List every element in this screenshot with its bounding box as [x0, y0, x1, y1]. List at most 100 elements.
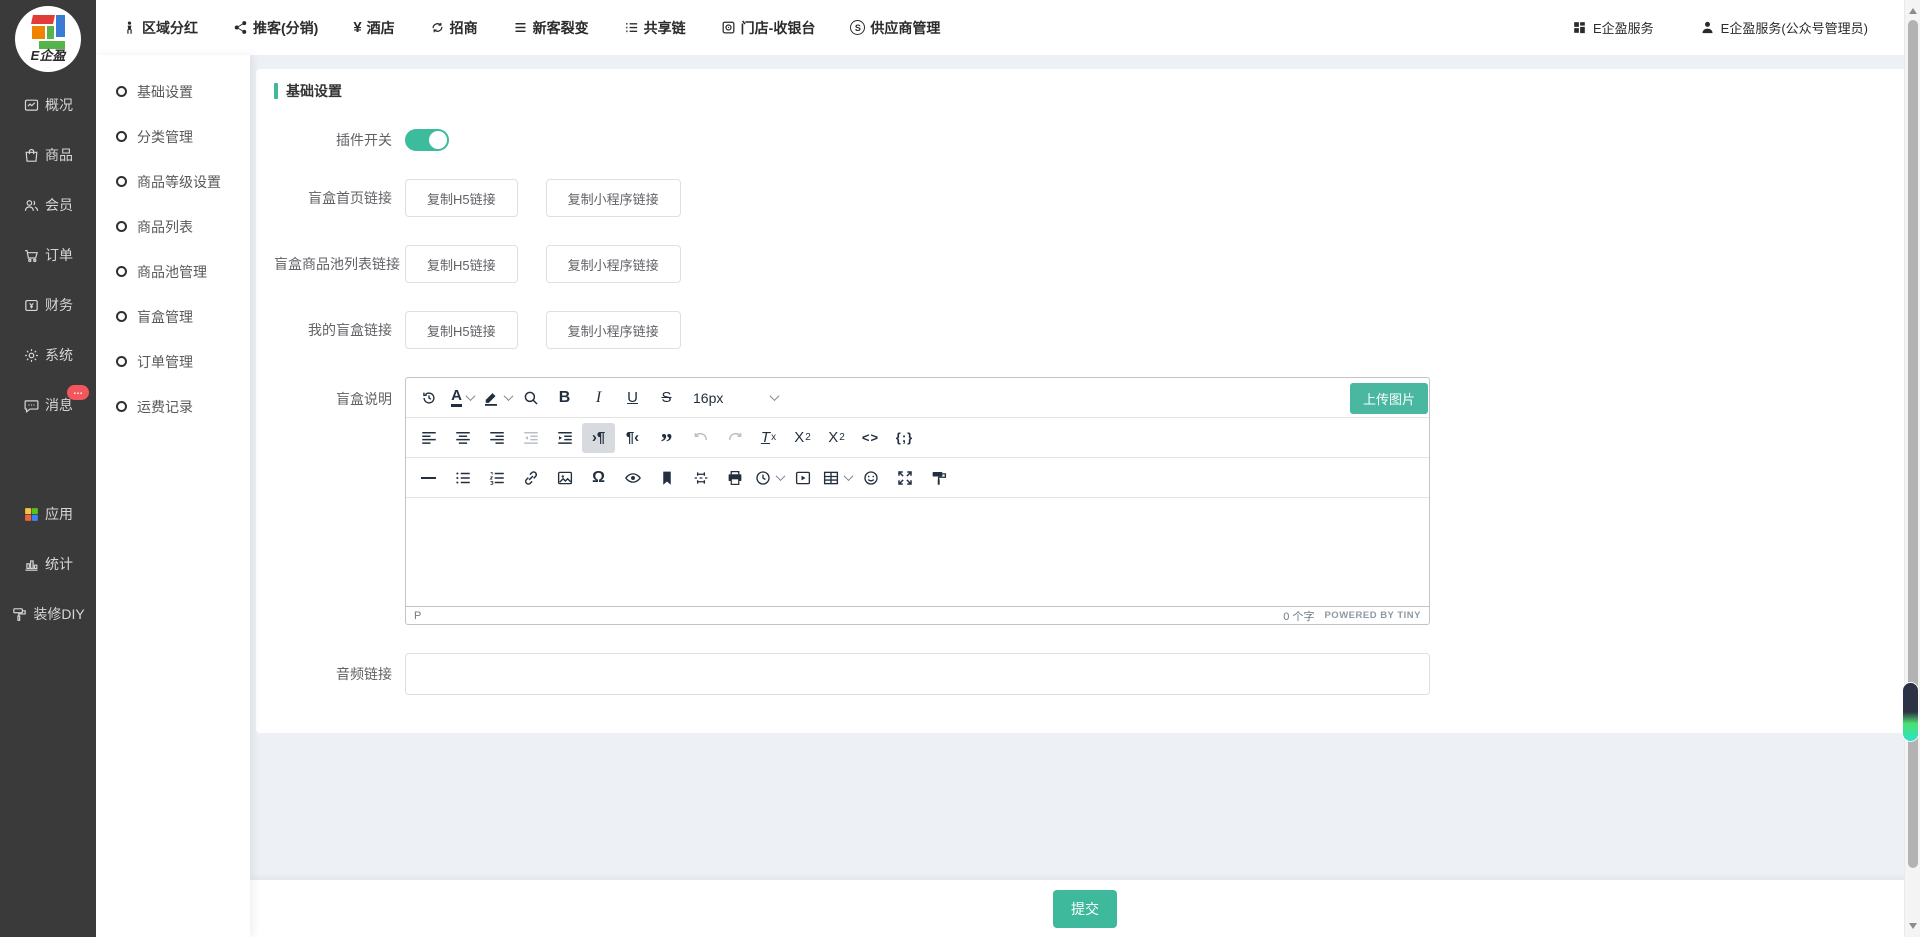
- clear-formatting-button[interactable]: Tx: [752, 423, 785, 453]
- copy-miniprogram-link-button[interactable]: 复制小程序链接: [546, 179, 681, 217]
- sidebar-item-goods[interactable]: 商品: [0, 130, 96, 180]
- numbered-list-icon[interactable]: [480, 463, 513, 493]
- sidebar-item-apps[interactable]: 应用: [0, 489, 96, 539]
- outdent-icon[interactable]: [514, 423, 547, 453]
- insert-media-icon[interactable]: [786, 463, 819, 493]
- redo-icon[interactable]: [718, 423, 751, 453]
- highlight-color-button[interactable]: [480, 383, 513, 413]
- align-left-icon[interactable]: [412, 423, 445, 453]
- sidebar-item-stats[interactable]: 统计: [0, 539, 96, 589]
- sidebar-item-orders[interactable]: 订单: [0, 230, 96, 280]
- bullet-list-icon[interactable]: [446, 463, 479, 493]
- submit-button[interactable]: 提交: [1053, 890, 1117, 928]
- store-icon: [721, 20, 736, 35]
- editor-content-area[interactable]: [406, 498, 1429, 606]
- undo-icon[interactable]: [684, 423, 717, 453]
- bold-glyph: B: [559, 389, 571, 407]
- goods-pool-link-row: 盲盒商品池列表链接 复制H5链接 复制小程序链接: [274, 245, 1908, 283]
- copy-h5-link-button[interactable]: 复制H5链接: [405, 311, 518, 349]
- sidebar-item-label: 装修DIY: [33, 604, 84, 624]
- sidebar-item-overview[interactable]: 概况: [0, 80, 96, 130]
- emoji-icon[interactable]: [854, 463, 887, 493]
- preview-icon[interactable]: [616, 463, 649, 493]
- special-char-button[interactable]: Ω: [582, 463, 615, 493]
- nav-item-distribution[interactable]: 推客(分销): [233, 18, 318, 38]
- horizontal-rule-icon[interactable]: [412, 463, 445, 493]
- ltr-button[interactable]: ›¶: [582, 423, 615, 453]
- subscript-button[interactable]: X2: [786, 423, 819, 453]
- powered-by-tiny[interactable]: POWERED BY TINY: [1324, 610, 1421, 621]
- sidebar-item-message[interactable]: 消息 …: [0, 380, 96, 430]
- copy-h5-link-button[interactable]: 复制H5链接: [405, 179, 518, 217]
- insert-link-icon[interactable]: [514, 463, 547, 493]
- rtl-button[interactable]: ¶‹: [616, 423, 649, 453]
- floating-side-widget[interactable]: [1903, 683, 1918, 741]
- scroll-up-arrow-icon[interactable]: [1909, 8, 1917, 14]
- italic-button[interactable]: I: [582, 383, 615, 413]
- format-painter-icon[interactable]: [922, 463, 955, 493]
- insert-datetime-button[interactable]: [752, 463, 785, 493]
- nav-item-hotel[interactable]: ¥ 酒店: [353, 18, 394, 38]
- page-break-icon[interactable]: [684, 463, 717, 493]
- omega-glyph: Ω: [592, 469, 605, 487]
- nav-item-store-cashier[interactable]: 门店-收银台: [721, 18, 816, 38]
- scroll-down-arrow-icon[interactable]: [1909, 923, 1917, 929]
- nav-item-investment[interactable]: 招商: [430, 18, 478, 38]
- nav-item-region-dividend[interactable]: 区域分红: [122, 18, 198, 38]
- subnav-item-blindbox-mgmt[interactable]: 盲盒管理: [96, 294, 250, 339]
- strikethrough-button[interactable]: S: [650, 383, 683, 413]
- orders-icon: [23, 247, 40, 264]
- subnav-item-freight-record[interactable]: 运费记录: [96, 384, 250, 429]
- service-center-link[interactable]: E企盈服务: [1572, 18, 1654, 37]
- insert-table-button[interactable]: [820, 463, 853, 493]
- sidebar-item-finance[interactable]: 财务: [0, 280, 96, 330]
- text-color-button[interactable]: A: [446, 383, 479, 413]
- nav-item-new-customer[interactable]: 新客裂变: [513, 18, 589, 38]
- chevron-down-icon: [843, 471, 853, 481]
- window-scrollbar[interactable]: [1904, 0, 1920, 937]
- copy-miniprogram-link-button[interactable]: 复制小程序链接: [546, 245, 681, 283]
- insert-image-icon[interactable]: [548, 463, 581, 493]
- circle-icon: [116, 311, 127, 322]
- subnav-item-goods-pool[interactable]: 商品池管理: [96, 249, 250, 294]
- topnav-menu: 区域分红 推客(分销) ¥ 酒店 招商 新客裂变: [122, 18, 940, 38]
- subnav-item-goods-list[interactable]: 商品列表: [96, 204, 250, 249]
- copy-h5-link-button[interactable]: 复制H5链接: [405, 245, 518, 283]
- system-icon: [23, 347, 40, 364]
- plugin-switch-toggle[interactable]: [405, 129, 449, 151]
- copy-miniprogram-link-button[interactable]: 复制小程序链接: [546, 311, 681, 349]
- anchor-icon[interactable]: [650, 463, 683, 493]
- align-right-icon[interactable]: [480, 423, 513, 453]
- subnav-item-goods-level[interactable]: 商品等级设置: [96, 159, 250, 204]
- subnav-item-basic-settings[interactable]: 基础设置: [96, 69, 250, 114]
- indent-icon[interactable]: [548, 423, 581, 453]
- align-center-icon[interactable]: [446, 423, 479, 453]
- subnav-item-order-mgmt[interactable]: 订单管理: [96, 339, 250, 384]
- sidebar-item-members[interactable]: 会员: [0, 180, 96, 230]
- account-menu[interactable]: E企盈服务(公众号管理员): [1700, 18, 1868, 37]
- underline-button[interactable]: U: [616, 383, 649, 413]
- upload-image-button[interactable]: 上传图片: [1350, 383, 1428, 414]
- code-sample-button[interactable]: {;}: [888, 423, 921, 453]
- search-replace-icon[interactable]: [514, 383, 547, 413]
- audio-link-input[interactable]: [405, 653, 1430, 695]
- blockquote-button[interactable]: ”: [650, 423, 683, 453]
- bold-button[interactable]: B: [548, 383, 581, 413]
- sidebar-item-diy[interactable]: 装修DIY: [0, 589, 96, 639]
- font-size-select[interactable]: 16px: [684, 383, 787, 413]
- brand-logo[interactable]: E企盈: [15, 6, 81, 72]
- chevron-down-icon: [775, 471, 785, 481]
- toggle-knob: [429, 131, 447, 149]
- source-code-button[interactable]: <>: [854, 423, 887, 453]
- subnav-item-category[interactable]: 分类管理: [96, 114, 250, 159]
- restore-draft-icon[interactable]: [412, 383, 445, 413]
- subscript-num: 2: [805, 432, 811, 443]
- sidebar-item-system[interactable]: 系统: [0, 330, 96, 380]
- superscript-button[interactable]: X2: [820, 423, 853, 453]
- nav-item-share-chain[interactable]: 共享链: [624, 18, 686, 38]
- nav-item-label: 门店-收银台: [741, 18, 816, 38]
- print-icon[interactable]: [718, 463, 751, 493]
- members-icon: [23, 197, 40, 214]
- nav-item-supplier[interactable]: S 供应商管理: [850, 18, 940, 38]
- fullscreen-icon[interactable]: [888, 463, 921, 493]
